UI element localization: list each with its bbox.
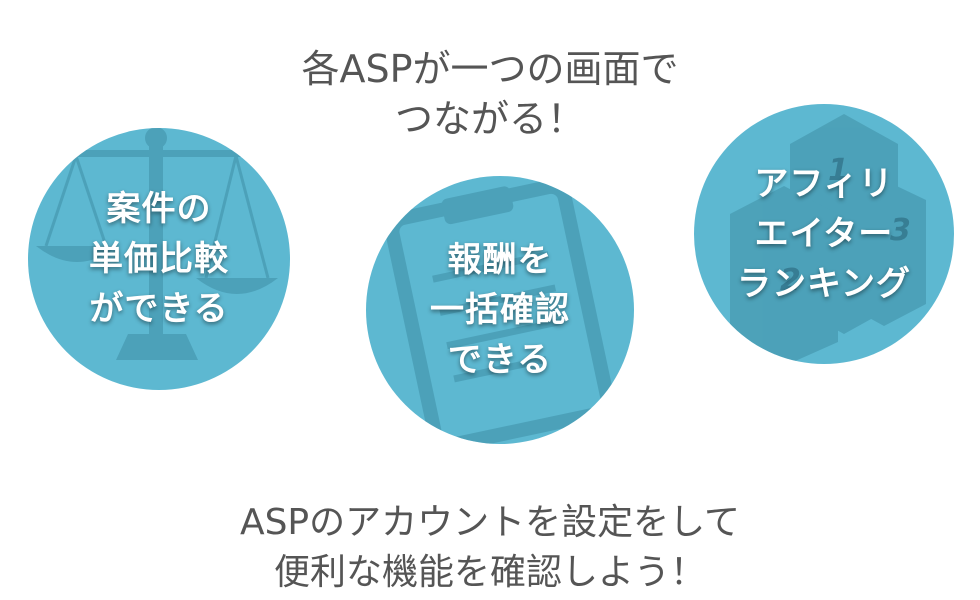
feature-1-line-2: 単価比較: [89, 239, 229, 279]
feature-label-1: 案件の 単価比較 ができる: [28, 184, 290, 334]
headline-bottom: ASPのアカウントを設定をして 便利な機能を確認しよう！: [0, 498, 980, 598]
feature-price-comparison: 案件の 単価比較 ができる: [28, 128, 290, 390]
feature-reward-check: 報酬を 一括確認 できる: [366, 176, 634, 444]
feature-1-line-1: 案件の: [106, 189, 212, 229]
headline-bottom-line-2: 便利な機能を確認しよう！: [273, 552, 706, 593]
feature-1-line-3: ができる: [89, 289, 229, 329]
feature-3-line-3: ランキング: [737, 264, 911, 304]
feature-2-line-1: 報酬を: [447, 240, 553, 280]
feature-affiliator-ranking: 1 2 3 アフィリ エイター ランキング: [694, 104, 954, 364]
feature-label-2: 報酬を 一括確認 できる: [366, 235, 634, 385]
feature-3-line-1: アフィリ: [754, 164, 894, 204]
headline-bottom-line-1: ASPのアカウントを設定をして: [239, 502, 741, 543]
feature-2-line-3: できる: [447, 340, 553, 380]
feature-label-3: アフィリ エイター ランキング: [694, 159, 954, 309]
feature-3-line-2: エイター: [754, 214, 894, 254]
feature-2-line-2: 一括確認: [430, 290, 570, 330]
headline-top-line-1: 各ASPが一つの画面で: [301, 47, 679, 91]
